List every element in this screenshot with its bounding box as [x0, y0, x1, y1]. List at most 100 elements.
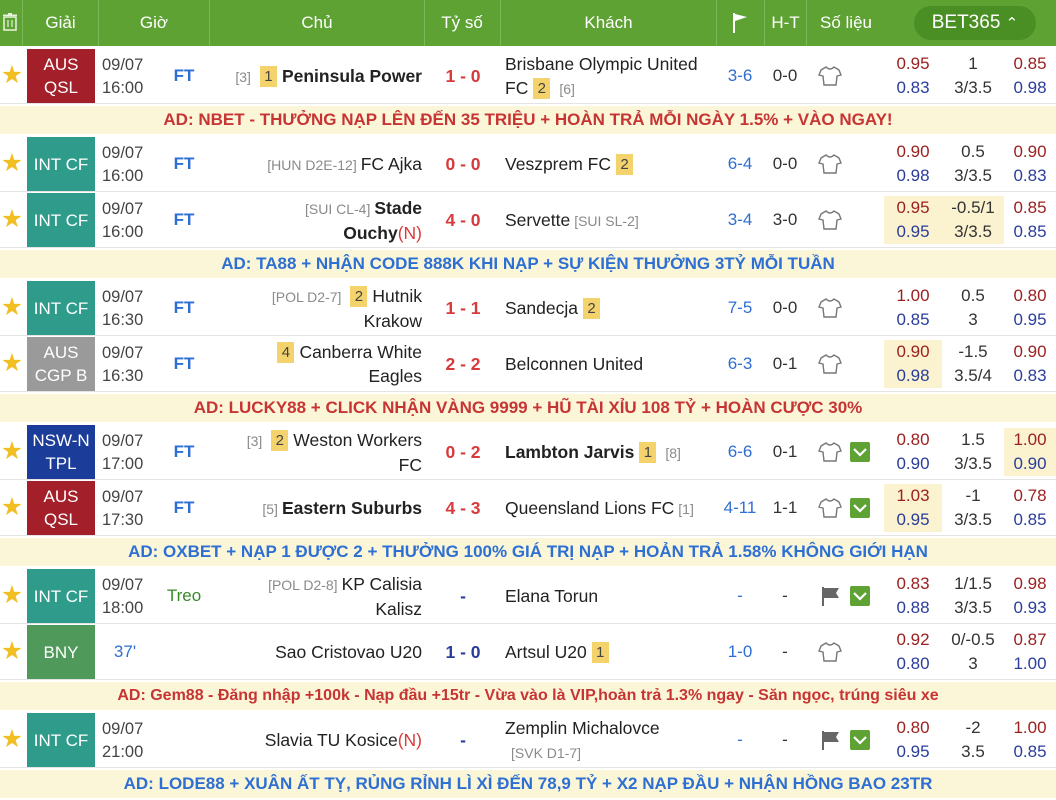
away-team[interactable]: Artsul U20 1 — [505, 624, 715, 680]
shirt-icon[interactable] — [818, 153, 842, 175]
score[interactable]: - — [426, 568, 500, 624]
match-status[interactable]: FT — [160, 48, 208, 104]
odds-handicap[interactable]: 0/-0.5 3 — [942, 628, 1004, 676]
odds-home[interactable]: 0.90 0.98 — [884, 140, 942, 188]
score[interactable]: 1 - 0 — [426, 48, 500, 104]
home-team[interactable]: [SUI CL-4] Stade Ouchy(N) — [208, 192, 422, 248]
odds-away[interactable]: 0.87 1.00 — [1004, 628, 1056, 676]
flag-icon[interactable] — [818, 729, 842, 751]
away-team[interactable]: Elana Torun — [505, 568, 715, 624]
checkbox-icon[interactable] — [850, 730, 870, 750]
shirt-icon[interactable] — [818, 209, 842, 231]
shirt-icon[interactable] — [818, 441, 842, 463]
table-row[interactable]: ★ AUS QSL 09/07 17:30 FT [5] Eastern Suburb… — [0, 480, 1056, 536]
away-team[interactable]: Veszprem FC 2 — [505, 136, 715, 192]
star-icon[interactable]: ★ — [0, 438, 24, 464]
trash-icon[interactable] — [3, 13, 17, 31]
odds-home[interactable]: 0.83 0.88 — [884, 572, 942, 620]
shirt-icon[interactable] — [818, 497, 842, 519]
score[interactable]: 1 - 0 — [426, 624, 500, 680]
checkbox-icon[interactable] — [850, 586, 870, 606]
odds-home[interactable]: 1.00 0.85 — [884, 284, 942, 332]
shirt-icon[interactable] — [818, 641, 842, 663]
home-team[interactable]: [3] 1 Peninsula Power — [208, 48, 422, 104]
score[interactable]: 4 - 0 — [426, 192, 500, 248]
league-badge[interactable]: NSW-N TPL — [27, 425, 95, 479]
odds-home[interactable]: 0.90 0.98 — [884, 340, 942, 388]
table-row[interactable]: ★ BNY 37' Sao Cristovao U20 1 - 0 Artsul… — [0, 624, 1056, 680]
league-badge[interactable]: BNY — [27, 625, 95, 679]
score[interactable]: 2 - 2 — [426, 336, 500, 392]
ad-banner[interactable]: AD: LODE88 + XUÂN ẤT TỴ, RỦNG RỈNH LÌ XÌ… — [0, 770, 1056, 798]
away-team[interactable]: Servette [SUI SL-2] — [505, 192, 715, 248]
odds-handicap[interactable]: -0.5/1 3/3.5 — [942, 196, 1004, 244]
odds-away[interactable]: 0.90 0.83 — [1004, 140, 1056, 188]
away-team[interactable]: Sandecja 2 — [505, 280, 715, 336]
odds-away[interactable]: 1.00 0.85 — [1004, 716, 1056, 764]
odds-away[interactable]: 0.85 0.85 — [1004, 196, 1056, 244]
checkbox-icon[interactable] — [850, 442, 870, 462]
match-status[interactable]: FT — [160, 136, 208, 192]
odds-away[interactable]: 1.00 0.90 — [1004, 428, 1056, 476]
star-icon[interactable]: ★ — [0, 206, 24, 232]
league-badge[interactable]: INT CF — [27, 569, 95, 623]
home-team[interactable]: [3] 2 Weston Workers FC — [208, 424, 422, 480]
table-row[interactable]: ★ INT CF 09/07 18:00 Treo [POL D2-8] KP Ca… — [0, 568, 1056, 624]
away-team[interactable]: Belconnen United — [505, 336, 715, 392]
star-icon[interactable]: ★ — [0, 638, 24, 664]
odds-away[interactable]: 0.80 0.95 — [1004, 284, 1056, 332]
home-team[interactable]: Sao Cristovao U20 — [208, 624, 422, 680]
ad-banner[interactable]: AD: TA88 + NHẬN CODE 888K KHI NẠP + SỰ K… — [0, 250, 1056, 278]
table-row[interactable]: ★ INT CF 09/07 16:30 FT [POL D2-7] 2 Hutnik… — [0, 280, 1056, 336]
table-row[interactable]: ★ AUS CGP B 09/07 16:30 FT 4 Canberra White… — [0, 336, 1056, 392]
shirt-icon[interactable] — [818, 65, 842, 87]
table-row[interactable]: ★ INT CF 09/07 21:00 Slavia TU Kosice(N) … — [0, 712, 1056, 768]
table-row[interactable]: ★ INT CF 09/07 16:00 FT [SUI CL-4] Stade Ou… — [0, 192, 1056, 248]
away-team[interactable]: Lambton Jarvis 1 [8] — [505, 424, 715, 480]
away-team[interactable]: Brisbane Olympic United FC 2 [6] — [505, 48, 715, 104]
league-badge[interactable]: AUS QSL — [27, 49, 95, 103]
ad-banner[interactable]: AD: LUCKY88 + CLICK NHẬN VÀNG 9999 + HŨ … — [0, 394, 1056, 422]
odds-home[interactable]: 0.92 0.80 — [884, 628, 942, 676]
odds-away[interactable]: 0.90 0.83 — [1004, 340, 1056, 388]
odds-away[interactable]: 0.98 0.93 — [1004, 572, 1056, 620]
odds-handicap[interactable]: 0.5 3/3.5 — [942, 140, 1004, 188]
odds-home[interactable]: 0.95 0.83 — [884, 52, 942, 100]
away-team[interactable]: Zemplin Michalovce [SVK D1-7] — [505, 712, 715, 768]
score[interactable]: 0 - 2 — [426, 424, 500, 480]
odds-away[interactable]: 0.85 0.98 — [1004, 52, 1056, 100]
league-badge[interactable]: INT CF — [27, 193, 95, 247]
star-icon[interactable]: ★ — [0, 294, 24, 320]
home-team[interactable]: [POL D2-8] KP Calisia Kalisz — [208, 568, 422, 624]
league-badge[interactable]: INT CF — [27, 281, 95, 335]
star-icon[interactable]: ★ — [0, 350, 24, 376]
star-icon[interactable]: ★ — [0, 494, 24, 520]
match-status[interactable]: FT — [160, 336, 208, 392]
match-status[interactable]: 37' — [100, 624, 150, 680]
home-team[interactable]: [5] Eastern Suburbs — [208, 480, 422, 536]
star-icon[interactable]: ★ — [0, 62, 24, 88]
odds-handicap[interactable]: 1 3/3.5 — [942, 52, 1004, 100]
home-team[interactable]: [POL D2-7] 2 Hutnik Krakow — [208, 280, 422, 336]
league-badge[interactable]: AUS QSL — [27, 481, 95, 535]
table-row[interactable]: ★ AUS QSL 09/07 16:00 FT [3] 1 Peninsula Pow… — [0, 48, 1056, 104]
away-team[interactable]: Queensland Lions FC [1] — [505, 480, 715, 536]
shirt-icon[interactable] — [818, 353, 842, 375]
score[interactable]: 0 - 0 — [426, 136, 500, 192]
bookmaker-select[interactable]: BET365 ⌃ — [914, 6, 1036, 40]
match-status[interactable]: Treo — [160, 568, 208, 624]
table-row[interactable]: ★ INT CF 09/07 16:00 FT [HUN D2E-12] FC Aj… — [0, 136, 1056, 192]
odds-handicap[interactable]: 1.5 3/3.5 — [942, 428, 1004, 476]
home-team[interactable]: 4 Canberra White Eagles — [208, 336, 422, 392]
ad-banner[interactable]: AD: Gem88 - Đăng nhập +100k - Nạp đầu +1… — [0, 682, 1056, 710]
col-league[interactable]: Giải — [23, 0, 98, 46]
star-icon[interactable]: ★ — [0, 150, 24, 176]
odds-home[interactable]: 0.80 0.90 — [884, 428, 942, 476]
col-time[interactable]: Giờ — [99, 0, 209, 46]
league-badge[interactable]: AUS CGP B — [27, 337, 95, 391]
match-status[interactable]: FT — [160, 424, 208, 480]
flag-icon[interactable] — [818, 585, 842, 607]
league-badge[interactable]: INT CF — [27, 137, 95, 191]
table-row[interactable]: ★ NSW-N TPL 09/07 17:00 FT [3] 2 Weston Work… — [0, 424, 1056, 480]
score[interactable]: 1 - 1 — [426, 280, 500, 336]
